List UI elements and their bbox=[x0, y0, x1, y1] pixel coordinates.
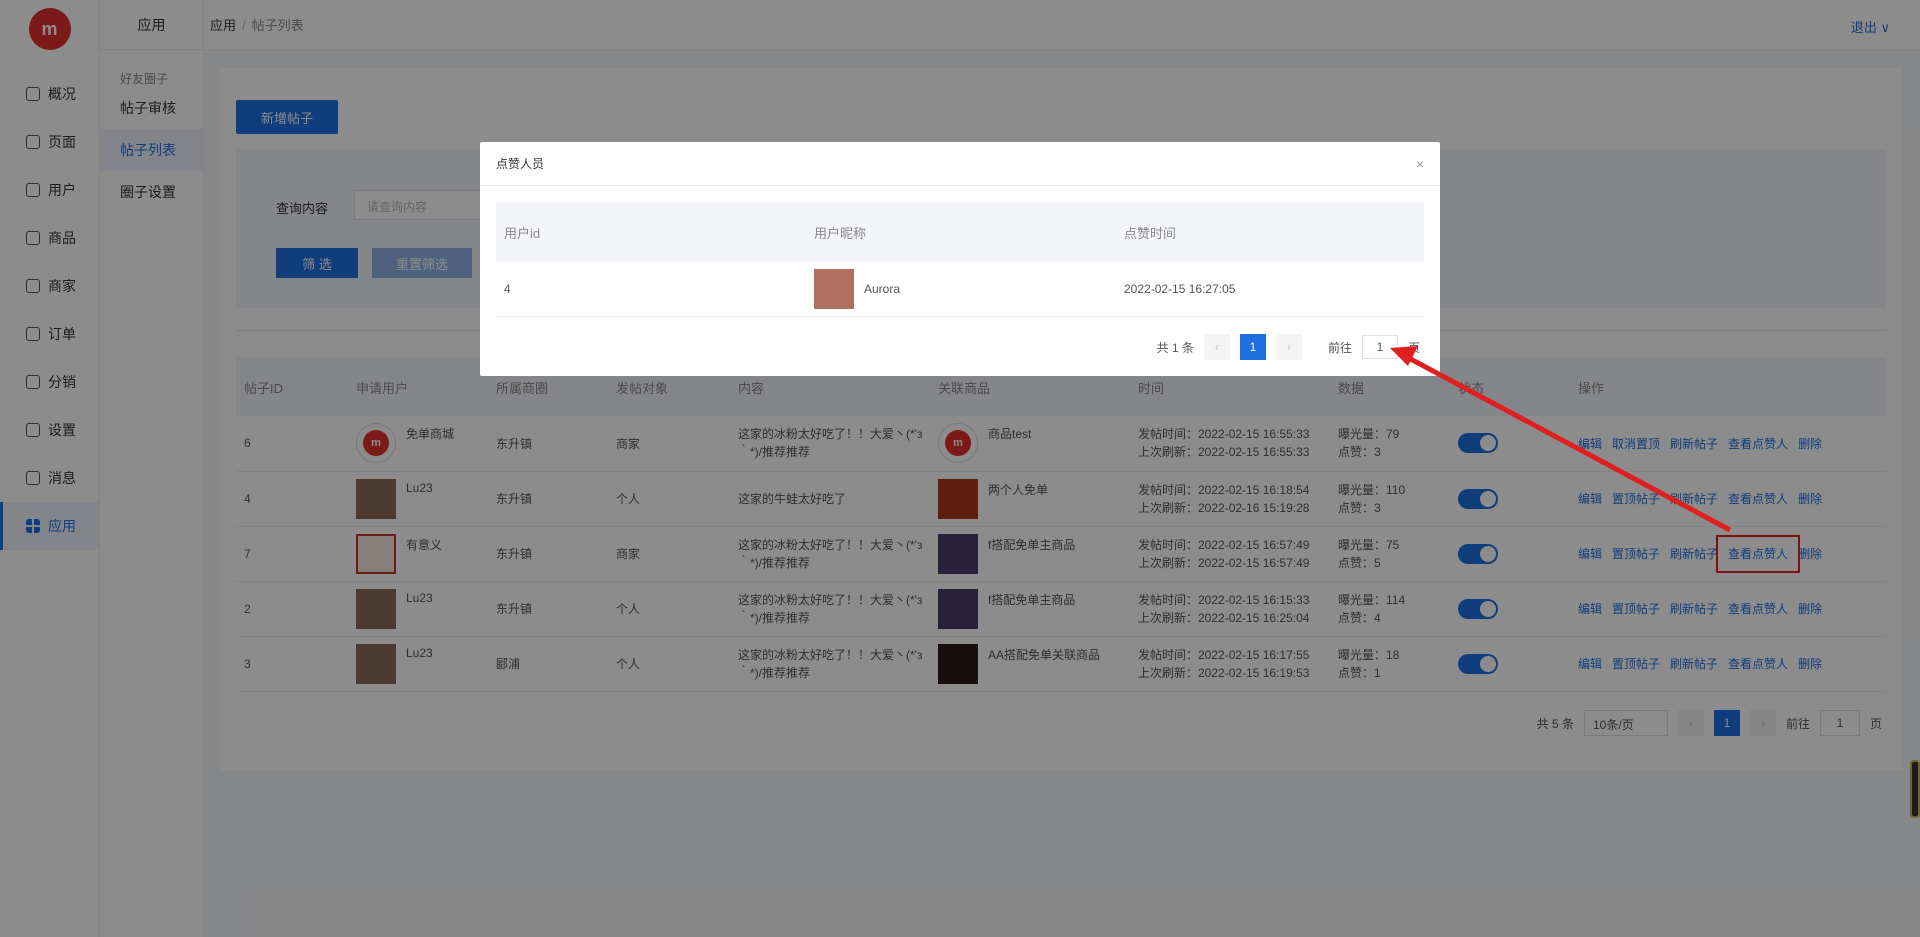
liker-time: 2022-02-15 16:27:05 bbox=[1116, 262, 1424, 317]
dialog-pagination: 共 1 条 ‹ 1 › 前往 1 页 bbox=[1157, 334, 1420, 360]
dialog-page-unit: 页 bbox=[1407, 340, 1420, 355]
close-icon[interactable]: × bbox=[1416, 156, 1424, 172]
avatar bbox=[814, 268, 854, 309]
col-like-time: 点赞时间 bbox=[1116, 202, 1424, 262]
likers-table: 用户id 用户昵称 点赞时间 4 Aurora 2022-02-15 16:27… bbox=[496, 202, 1424, 317]
liker-nickname: Aurora bbox=[864, 281, 901, 296]
dialog-next-page-button[interactable]: › bbox=[1275, 334, 1302, 360]
dialog-prev-page-button[interactable]: ‹ bbox=[1203, 334, 1230, 360]
liker-uid: 4 bbox=[496, 262, 806, 317]
dialog-page-number-button[interactable]: 1 bbox=[1239, 334, 1266, 360]
dialog-title: 点赞人员 bbox=[480, 142, 1440, 186]
likers-dialog: 点赞人员 × 用户id 用户昵称 点赞时间 4 Aurora 2022-02-1… bbox=[480, 142, 1440, 376]
dialog-total-count: 共 1 条 bbox=[1156, 340, 1194, 355]
table-row: 4 Aurora 2022-02-15 16:27:05 bbox=[496, 262, 1424, 317]
col-uid: 用户id bbox=[496, 202, 806, 262]
modal-mask[interactable] bbox=[0, 0, 1920, 937]
dialog-goto-page-input[interactable]: 1 bbox=[1361, 335, 1398, 359]
col-nickname: 用户昵称 bbox=[806, 202, 1116, 262]
dialog-header-row: 用户id 用户昵称 点赞时间 bbox=[496, 202, 1424, 262]
dialog-goto-label: 前往 bbox=[1327, 340, 1352, 355]
